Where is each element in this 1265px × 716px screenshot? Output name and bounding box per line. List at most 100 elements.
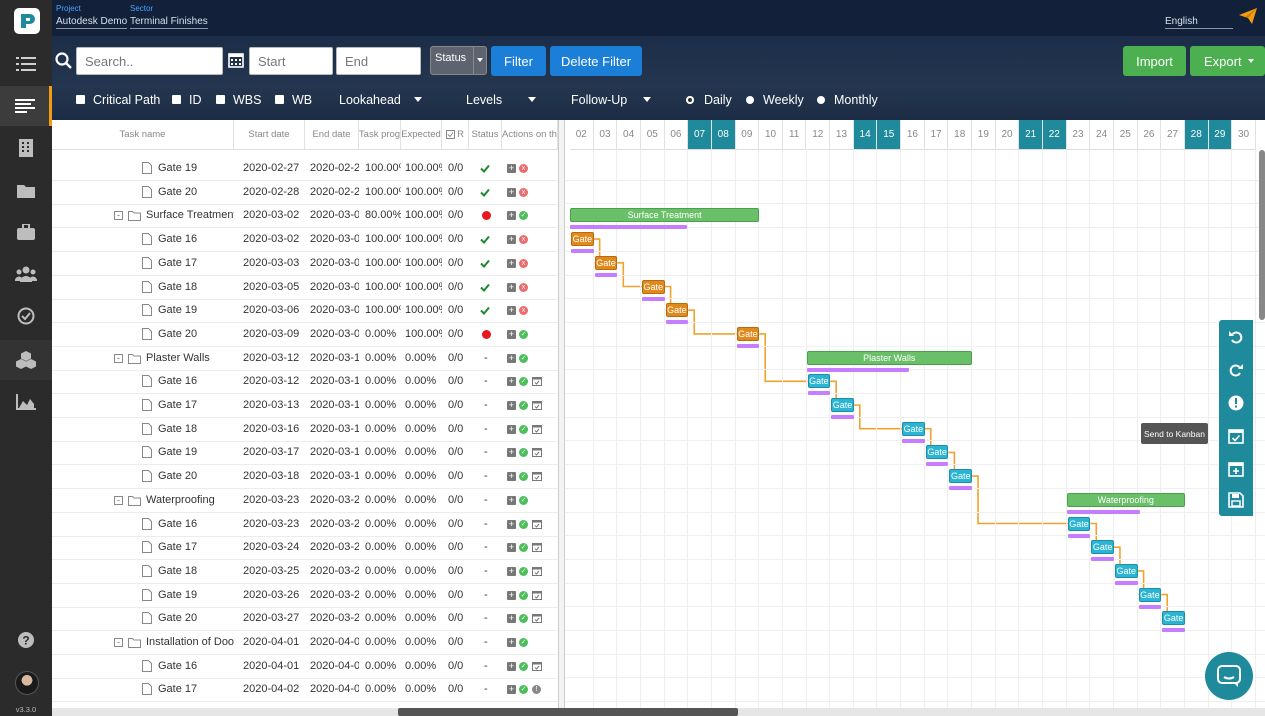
calendar-action-icon[interactable] [532, 566, 542, 576]
confirm-action-icon[interactable]: ✓ [519, 543, 528, 553]
task-name[interactable]: Gate 19 [158, 441, 234, 464]
col-header-expected[interactable]: Expected [401, 120, 442, 150]
confirm-action-icon[interactable]: ✓ [519, 590, 528, 600]
table-row[interactable]: Gate 20 2020-03-182020-03-18 0.00% 0.00% 0/0… [52, 465, 558, 490]
progress-cell[interactable]: 0.00% [365, 607, 401, 630]
sidebar-item-folder[interactable] [0, 170, 52, 210]
task-name[interactable]: Gate 20 [158, 181, 234, 204]
col-header-status[interactable]: Status [469, 120, 502, 150]
sidebar-item-building[interactable] [0, 128, 52, 168]
weekly-radio[interactable] [746, 96, 754, 104]
sector-selector[interactable]: Terminal Finishes [130, 16, 208, 29]
end-date-cell[interactable]: 2020-03-18 [310, 347, 359, 370]
collapse-toggle-icon[interactable]: - [114, 638, 123, 647]
collapse-toggle-icon[interactable]: - [114, 353, 123, 363]
task-bar[interactable]: Gate [665, 303, 689, 318]
progress-cell[interactable]: 80.00% [365, 204, 401, 227]
start-date-cell[interactable]: 2020-04-01 [243, 631, 305, 654]
horizontal-scrollbar-thumb[interactable] [398, 708, 738, 716]
progress-cell[interactable]: 100.00% [365, 228, 401, 251]
start-date-cell[interactable]: 2020-03-23 [243, 513, 305, 536]
add-action-icon[interactable]: + [507, 495, 516, 505]
add-action-icon[interactable]: + [507, 306, 516, 316]
table-row[interactable]: Gate 19 2020-03-172020-03-17 0.00% 0.00% 0/0… [52, 441, 558, 466]
undo-button[interactable] [1219, 320, 1253, 353]
progress-cell[interactable]: 0.00% [365, 489, 401, 512]
end-date-cell[interactable]: 2020-03-05 [310, 276, 359, 299]
end-date-cell[interactable]: 2020-03-18 [310, 465, 359, 488]
start-date-cell[interactable]: 2020-03-03 [243, 252, 305, 275]
export-button[interactable]: Export [1190, 46, 1265, 76]
task-name[interactable]: Gate 17 [158, 678, 234, 701]
start-date-cell[interactable]: 2020-03-26 [243, 584, 305, 607]
task-name[interactable]: Gate 18 [158, 560, 234, 583]
wb-checkbox[interactable] [275, 95, 284, 104]
end-date-cell[interactable]: 2020-03-12 [310, 370, 359, 393]
add-action-icon[interactable]: + [507, 543, 516, 553]
progress-cell[interactable]: 0.00% [365, 418, 401, 441]
search-input[interactable]: Search.. [76, 47, 223, 75]
confirm-action-icon[interactable]: ✓ [519, 211, 528, 221]
add-action-icon[interactable]: + [507, 614, 516, 624]
task-name[interactable]: Gate 16 [158, 370, 234, 393]
monthly-radio[interactable] [817, 96, 825, 104]
task-name[interactable]: Gate 17 [158, 536, 234, 559]
task-bar[interactable]: Gate [1162, 611, 1185, 626]
col-header-start-date[interactable]: Start date [234, 120, 305, 150]
table-row[interactable]: Gate 17 2020-03-132020-03-13 0.00% 0.00% 0/0… [52, 394, 558, 418]
start-date-cell[interactable]: 2020-03-12 [243, 370, 305, 393]
sidebar-item-team[interactable] [0, 254, 52, 294]
task-name[interactable]: Gate 19 [158, 299, 234, 322]
table-row[interactable]: Gate 16 2020-04-012020-04-01 0.00% 0.00% 0/0… [52, 655, 558, 679]
progress-cell[interactable]: 0.00% [365, 584, 401, 607]
end-date-cell[interactable]: 2020-02-27 [310, 157, 359, 180]
delete-action-icon[interactable]: x [519, 164, 528, 173]
task-name[interactable]: Waterproofing [146, 489, 234, 512]
task-name[interactable]: Gate 18 [158, 276, 234, 299]
start-date-cell[interactable]: 2020-03-23 [243, 489, 305, 512]
add-action-icon[interactable]: + [507, 638, 516, 647]
task-bar[interactable]: Gate [641, 279, 665, 294]
table-row[interactable]: - Waterproofing 2020-03-232020-03-27 0.00% 0… [52, 489, 558, 513]
calendar-action-icon[interactable] [532, 661, 542, 671]
chat-launcher-button[interactable] [1205, 652, 1253, 700]
confirm-action-icon[interactable]: ✓ [519, 519, 528, 529]
table-row[interactable]: Gate 17 2020-04-022020-04-02 0.00% 0.00% 0/0… [52, 678, 558, 703]
calendar-action-icon[interactable] [532, 376, 542, 387]
sidebar-item-help[interactable]: ? [0, 620, 52, 660]
delete-action-icon[interactable]: x [519, 258, 528, 268]
task-bar[interactable]: Gate [1067, 516, 1091, 531]
add-action-icon[interactable]: + [507, 258, 516, 268]
wbs-checkbox[interactable] [216, 95, 225, 104]
alert-button[interactable] [1219, 386, 1253, 419]
confirm-action-icon[interactable]: ✓ [519, 661, 528, 671]
table-row[interactable]: Gate 18 2020-03-052020-03-05 100.00% 100.00… [52, 276, 558, 300]
end-date-cell[interactable]: 2020-03-02 [310, 228, 359, 251]
import-button[interactable]: Import [1123, 46, 1186, 76]
table-row[interactable]: Gate 17 2020-03-242020-03-24 0.00% 0.00% 0/0… [52, 536, 558, 561]
progress-cell[interactable]: 0.00% [365, 347, 401, 370]
start-date-cell[interactable]: 2020-03-16 [243, 418, 305, 441]
end-date-cell[interactable]: 2020-03-13 [310, 394, 359, 417]
calendar-action-icon[interactable] [532, 424, 542, 434]
sidebar-item-tasks[interactable] [0, 296, 52, 336]
add-action-icon[interactable]: + [507, 661, 516, 671]
status-dropdown[interactable]: Status [430, 46, 487, 75]
start-date-cell[interactable]: 2020-02-28 [243, 181, 305, 204]
collapse-toggle-icon[interactable]: - [114, 211, 123, 221]
delete-action-icon[interactable]: x [519, 282, 528, 292]
daily-radio[interactable] [686, 96, 694, 104]
app-logo[interactable] [14, 8, 40, 34]
table-row[interactable]: Gate 16 2020-03-022020-03-02 100.00% 100.00… [52, 228, 558, 253]
progress-cell[interactable]: 0.00% [365, 513, 401, 536]
start-date-cell[interactable]: 2020-02-27 [243, 157, 305, 180]
lookahead-dropdown[interactable]: Lookahead [339, 93, 401, 107]
table-row[interactable]: - Surface Treatment 2020-03-022020-03-09 80… [52, 204, 558, 229]
vertical-scrollbar[interactable] [1259, 150, 1265, 320]
sidebar-item-briefcase[interactable] [0, 212, 52, 252]
critical-path-checkbox[interactable] [76, 95, 85, 104]
info-action-icon[interactable]: ! [532, 685, 541, 695]
task-name[interactable]: Gate 20 [158, 607, 234, 630]
task-bar[interactable]: Gate [949, 469, 973, 484]
confirm-action-icon[interactable]: ✓ [519, 353, 528, 363]
